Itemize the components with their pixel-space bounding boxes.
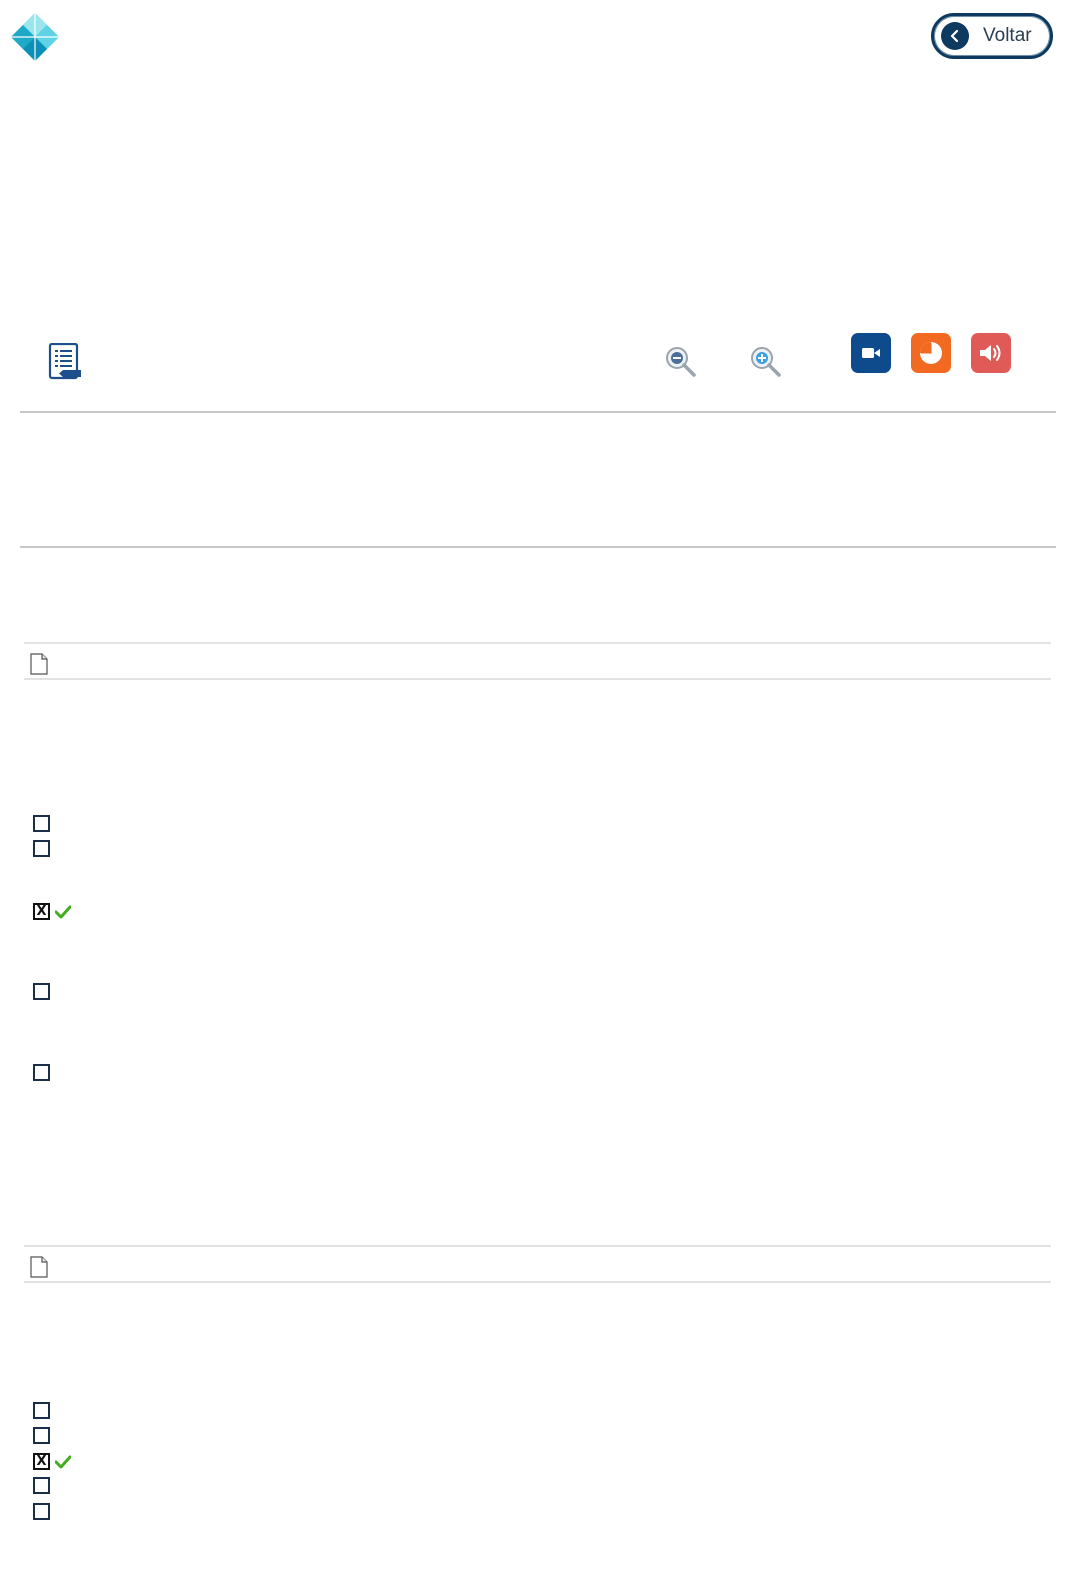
pie-chart-icon[interactable] bbox=[911, 333, 951, 373]
answer-checkbox[interactable] bbox=[33, 1402, 50, 1419]
question-header-bar bbox=[24, 1245, 1051, 1283]
answer-checkbox[interactable] bbox=[33, 1503, 50, 1520]
section-divider bbox=[20, 546, 1056, 548]
zoom-out-icon[interactable] bbox=[664, 345, 698, 384]
answer-checkbox[interactable] bbox=[33, 1064, 50, 1081]
document-list-icon[interactable] bbox=[47, 342, 83, 386]
answer-checkbox[interactable] bbox=[33, 840, 50, 857]
question-header-bar bbox=[24, 642, 1051, 680]
correct-check-icon bbox=[54, 1455, 72, 1474]
blank-document-icon bbox=[30, 653, 48, 680]
answer-checkbox-checked[interactable]: X bbox=[33, 1453, 50, 1470]
toolbar-divider bbox=[20, 411, 1056, 413]
chevron-left-icon bbox=[941, 22, 969, 50]
answer-checkbox-checked[interactable]: X bbox=[33, 903, 50, 920]
correct-check-icon bbox=[54, 905, 72, 924]
answer-checkbox[interactable] bbox=[33, 1477, 50, 1494]
blank-document-icon bbox=[30, 1256, 48, 1283]
answer-checkbox[interactable] bbox=[33, 1427, 50, 1444]
back-button[interactable]: Voltar bbox=[931, 13, 1053, 59]
zoom-in-icon[interactable] bbox=[749, 345, 783, 384]
answer-checkbox[interactable] bbox=[33, 983, 50, 1000]
video-icon[interactable] bbox=[851, 333, 891, 373]
back-button-label: Voltar bbox=[983, 25, 1032, 46]
audio-icon[interactable] bbox=[971, 333, 1011, 373]
answer-checkbox[interactable] bbox=[33, 815, 50, 832]
diamond-logo-icon bbox=[10, 12, 60, 62]
